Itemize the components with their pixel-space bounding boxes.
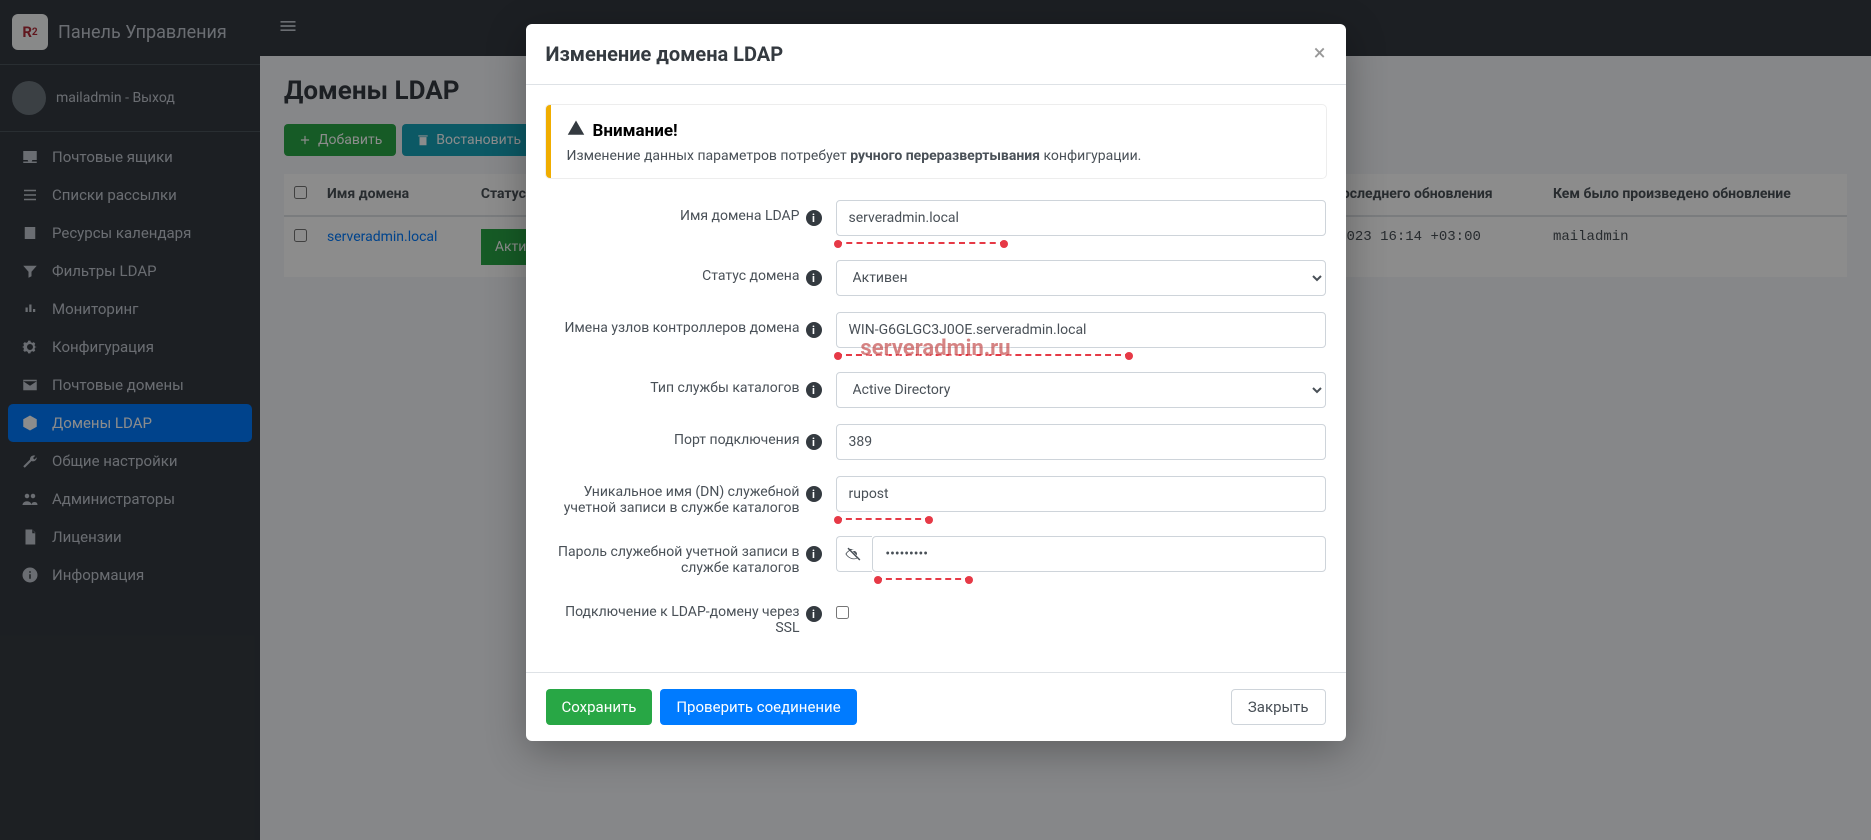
info-icon[interactable]: i (806, 606, 822, 622)
label-port: Порт подключения (674, 432, 799, 448)
warning-alert: Внимание! Изменение данных параметров по… (546, 105, 1326, 178)
annotation-line (836, 518, 931, 520)
check-connection-button[interactable]: Проверить соединение (660, 689, 856, 725)
modal-header: Изменение домена LDAP × (526, 24, 1346, 85)
status-select[interactable]: Активен (836, 260, 1326, 296)
annotation-line (836, 354, 1131, 356)
dn-input[interactable] (836, 476, 1326, 512)
domain-name-input[interactable] (836, 200, 1326, 236)
password-input[interactable] (872, 536, 1325, 572)
info-icon[interactable]: i (806, 210, 822, 226)
label-catalog-type: Тип службы каталогов (650, 380, 799, 396)
catalog-type-select[interactable]: Active Directory (836, 372, 1326, 408)
info-icon[interactable]: i (806, 434, 822, 450)
warning-text: Изменение данных параметров потребует ру… (567, 148, 1310, 164)
close-button[interactable]: Закрыть (1231, 689, 1326, 725)
annotation-line (836, 242, 1006, 244)
label-dn: Уникальное имя (DN) служебной учетной за… (546, 484, 800, 516)
label-status: Статус домена (702, 268, 799, 284)
label-controllers: Имена узлов контроллеров домена (564, 320, 799, 336)
ssl-checkbox[interactable] (836, 606, 849, 619)
info-icon[interactable]: i (806, 546, 822, 562)
modal-footer: Сохранить Проверить соединение Закрыть (526, 672, 1346, 741)
modal-title: Изменение домена LDAP (546, 42, 784, 66)
close-icon[interactable]: × (1314, 43, 1326, 65)
annotation-line (876, 578, 971, 580)
warning-heading: Внимание! (593, 121, 678, 141)
label-password: Пароль служебной учетной записи в службе… (546, 544, 800, 576)
info-icon[interactable]: i (806, 270, 822, 286)
label-domain-name: Имя домена LDAP (680, 208, 799, 224)
password-visibility-icon[interactable] (836, 536, 873, 572)
port-input[interactable] (836, 424, 1326, 460)
info-icon[interactable]: i (806, 322, 822, 338)
save-button[interactable]: Сохранить (546, 689, 653, 725)
warning-icon (567, 119, 585, 142)
label-ssl: Подключение к LDAP-домену через SSL (546, 604, 800, 636)
controllers-input[interactable] (836, 312, 1326, 348)
modal-backdrop: Изменение домена LDAP × Внимание! Измене… (0, 0, 1871, 840)
info-icon[interactable]: i (806, 382, 822, 398)
modal-edit-ldap: Изменение домена LDAP × Внимание! Измене… (526, 24, 1346, 741)
info-icon[interactable]: i (806, 486, 822, 502)
